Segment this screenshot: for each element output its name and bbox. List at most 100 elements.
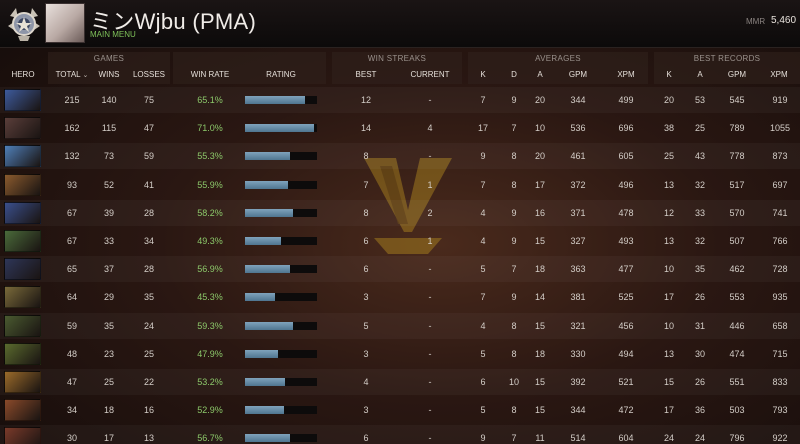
cell-best-streak: 3: [363, 348, 369, 359]
cell-best-xpm: 793: [772, 405, 788, 416]
table-row[interactable]: 93 52 41 55.9% 7 1 7 8 17 372 496 13 32 517 697: [0, 172, 800, 198]
table-row[interactable]: 48 23 25 47.9% 3 - 5 8 18 330 494 13 30 474 715: [0, 341, 800, 367]
table-row[interactable]: 47 25 22 53.2% 4 - 6 10 15 392 521 15 26 551 833: [0, 369, 800, 395]
hero-portrait-icon[interactable]: [4, 342, 41, 365]
cell-best-assists: 33: [694, 207, 705, 218]
cell-avg-gpm: 381: [570, 292, 586, 303]
cell-current-streak: 2: [427, 207, 433, 218]
cell-best-streak: 8: [363, 151, 369, 162]
col-wins[interactable]: WINS: [94, 70, 124, 79]
main-menu-link[interactable]: MAIN MENU: [90, 30, 136, 39]
hero-portrait-icon[interactable]: [4, 286, 41, 309]
player-avatar[interactable]: [45, 3, 85, 43]
cell-best-assists: 25: [694, 123, 705, 134]
col-best-kills[interactable]: K: [662, 70, 676, 79]
cell-best-streak: 3: [363, 292, 369, 303]
table-row[interactable]: 30 17 13 56.7% 6 - 9 7 11 514 604 24 24 796 922: [0, 425, 800, 444]
table-row[interactable]: 215 140 75 65.1% 12 - 7 9 20 344 499 20 53 545 919: [0, 87, 800, 113]
col-avg-deaths[interactable]: D: [507, 70, 521, 79]
table-row[interactable]: 34 18 16 52.9% 3 - 5 8 15 344 472 17 36 503 793: [0, 397, 800, 423]
hero-portrait-icon[interactable]: [4, 145, 41, 168]
cell-avg-gpm: 344: [570, 405, 586, 416]
rating-bar-fill: [245, 349, 279, 358]
sort-descending-icon: ⌄: [82, 72, 89, 79]
cell-avg-assists: 20: [534, 151, 545, 162]
cell-win-rate: 65.1%: [197, 95, 223, 105]
cell-best-assists: 26: [694, 292, 705, 303]
col-best-gpm[interactable]: GPM: [723, 70, 751, 79]
table-row[interactable]: 59 35 24 59.3% 5 - 4 8 15 321 456 10 31 446 658: [0, 313, 800, 339]
hero-portrait-icon[interactable]: [4, 314, 41, 337]
hero-portrait-icon[interactable]: [4, 371, 41, 393]
games-group-title: GAMES: [93, 54, 125, 63]
col-hero[interactable]: HERO: [0, 70, 46, 79]
cell-wins: 17: [103, 433, 114, 444]
cell-win-rate: 55.9%: [197, 179, 223, 190]
cell-avg-gpm: 514: [570, 433, 586, 444]
cell-losses: 28: [143, 207, 154, 218]
cell-avg-assists: 14: [534, 292, 545, 303]
col-total[interactable]: TOTAL ⌄: [50, 70, 94, 79]
cell-win-rate: 47.9%: [197, 348, 223, 359]
cell-best-kills: 12: [663, 207, 674, 218]
cell-total: 34: [66, 405, 77, 416]
cell-avg-deaths: 7: [511, 433, 517, 444]
hero-portrait-icon[interactable]: [4, 117, 41, 140]
col-avg-kills[interactable]: K: [476, 70, 490, 79]
cell-losses: 75: [143, 95, 154, 105]
table-row[interactable]: 67 39 28 58.2% 8 2 4 9 16 371 478 12 33 570 741: [0, 200, 800, 226]
cell-losses: 24: [143, 320, 154, 331]
cell-avg-xpm: 499: [618, 95, 634, 105]
cell-avg-deaths: 8: [511, 179, 517, 190]
col-losses[interactable]: LOSSES: [128, 70, 170, 79]
table-row[interactable]: 67 33 34 49.3% 6 1 4 9 15 327 493 13 32 507 766: [0, 228, 800, 254]
hero-portrait-icon[interactable]: [4, 230, 41, 252]
hero-portrait-icon[interactable]: [4, 258, 41, 281]
cell-avg-gpm: 536: [570, 123, 586, 134]
col-avg-assists[interactable]: A: [533, 70, 547, 79]
rating-bar: [245, 293, 317, 302]
rating-bar-fill: [245, 434, 290, 443]
col-best-assists[interactable]: A: [693, 70, 707, 79]
cell-total: 47: [66, 377, 77, 387]
cell-total: 67: [66, 207, 77, 218]
hero-portrait-icon[interactable]: [4, 427, 41, 444]
cell-avg-gpm: 461: [570, 151, 586, 162]
col-current-streak[interactable]: CURRENT: [404, 70, 456, 79]
cell-wins: 52: [103, 179, 114, 190]
cell-current-streak: -: [428, 348, 432, 359]
table-row[interactable]: 64 29 35 45.3% 3 - 7 9 14 381 525 17 26 553 935: [0, 284, 800, 310]
cell-avg-xpm: 605: [618, 151, 634, 162]
cell-best-assists: 53: [694, 95, 705, 105]
cell-best-assists: 24: [694, 433, 705, 444]
cell-best-xpm: 935: [772, 292, 788, 303]
col-best-streak[interactable]: BEST: [344, 70, 388, 79]
hero-portrait-icon[interactable]: [4, 399, 41, 422]
hero-portrait-icon[interactable]: [4, 89, 41, 111]
col-win-rate[interactable]: WIN RATE: [184, 70, 236, 79]
cell-losses: 28: [143, 264, 154, 275]
cell-best-gpm: 474: [729, 348, 745, 359]
col-avg-gpm[interactable]: GPM: [564, 70, 592, 79]
cell-best-kills: 10: [663, 264, 674, 275]
cell-avg-xpm: 604: [618, 433, 634, 444]
win-streaks-group-title: WIN STREAKS: [367, 54, 427, 63]
cell-wins: 25: [103, 377, 114, 387]
hero-portrait-icon[interactable]: [4, 173, 41, 196]
col-best-xpm[interactable]: XPM: [764, 70, 794, 79]
table-row[interactable]: 162 115 47 71.0% 14 4 17 7 10 536 696 38 25 789 1055: [0, 115, 800, 141]
cell-losses: 41: [143, 179, 154, 190]
cell-best-kills: 25: [663, 151, 674, 162]
cell-avg-kills: 4: [480, 236, 486, 246]
cell-best-xpm: 833: [772, 377, 788, 387]
table-row[interactable]: 132 73 59 55.3% 8 - 9 8 20 461 605 25 43 778 873: [0, 143, 800, 169]
col-rating[interactable]: RATING: [256, 70, 306, 79]
cell-avg-assists: 18: [534, 264, 545, 275]
rate-group-panel: [173, 52, 326, 84]
cell-best-xpm: 766: [772, 236, 788, 246]
hero-portrait-icon[interactable]: [4, 201, 41, 224]
cell-avg-gpm: 372: [570, 179, 586, 190]
col-avg-xpm[interactable]: XPM: [612, 70, 640, 79]
table-row[interactable]: 65 37 28 56.9% 6 - 5 7 18 363 477 10 35 462 728: [0, 256, 800, 282]
cell-best-kills: 20: [663, 95, 674, 105]
